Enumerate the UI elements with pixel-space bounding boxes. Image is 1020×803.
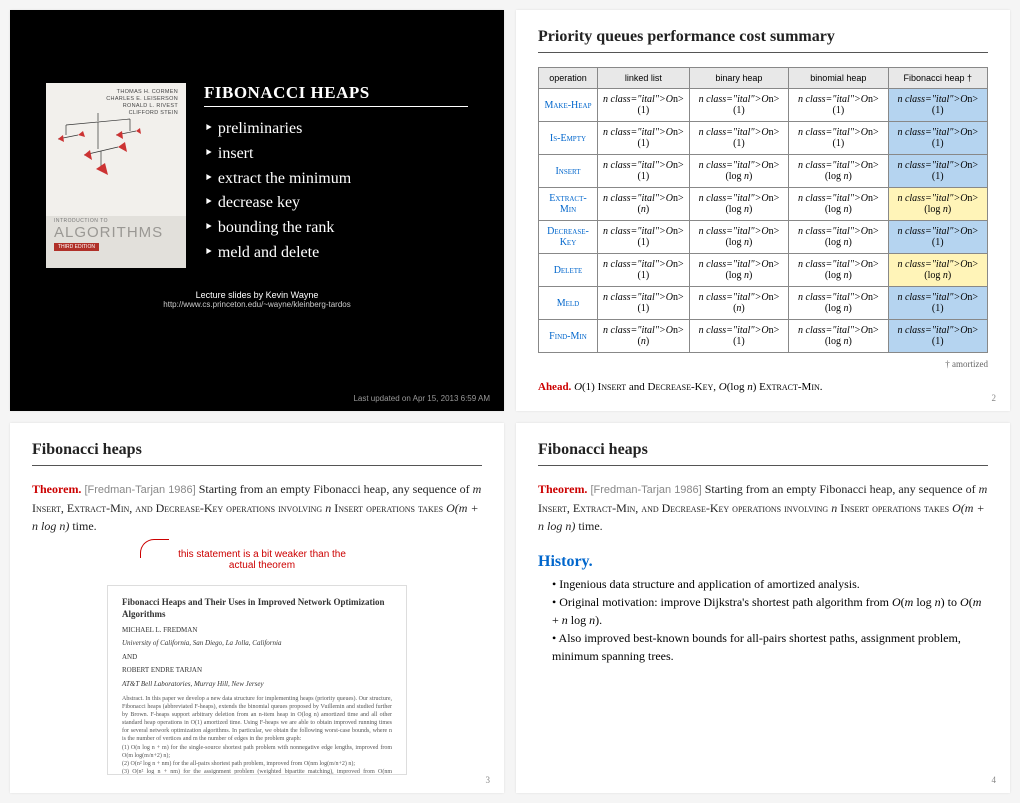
mobile-art <box>56 111 141 206</box>
paper-excerpt: Fibonacci Heaps and Their Uses in Improv… <box>107 585 407 775</box>
slide-title: Priority queues performance cost summary <box>538 28 988 46</box>
theorem-text: Theorem. [Fredman-Tarjan 1986] Starting … <box>538 480 988 535</box>
history-label: History. <box>538 553 988 571</box>
last-updated: Last updated on Apr 15, 2013 6:59 AM <box>353 394 490 403</box>
theorem-text: Theorem. [Fredman-Tarjan 1986] Starting … <box>32 480 482 535</box>
table-row: Meldn class="ital">On>(1)n class="ital">… <box>539 287 988 320</box>
table-row: Insertn class="ital">On>(1)n class="ital… <box>539 155 988 188</box>
topic-list: preliminaries insert extract the minimum… <box>204 117 468 266</box>
credit: Lecture slides by Kevin Wayne <box>32 290 482 300</box>
slide-title: Fibonacci heaps <box>538 441 988 459</box>
table-row: Make-Heapn class="ital">On>(1)n class="i… <box>539 89 988 122</box>
slide-1-title: THOMAS H. CORMEN CHARLES E. LEISERSON RO… <box>10 10 504 411</box>
slide-heading: FIBONACCI HEAPS <box>204 83 468 107</box>
slide-4-history: Fibonacci heaps Theorem. [Fredman-Tarjan… <box>516 423 1010 793</box>
page-number: 4 <box>992 775 997 785</box>
table-row: Deleten class="ital">On>(1)n class="ital… <box>539 254 988 287</box>
history-list: Ingenious data structure and application… <box>538 575 988 665</box>
table-row: Find-Minn class="ital">On>(n)n class="it… <box>539 320 988 353</box>
amortized-note: † amortized <box>538 359 988 369</box>
slide-3-theorem: Fibonacci heaps Theorem. [Fredman-Tarjan… <box>10 423 504 793</box>
ahead-line: Ahead. O(1) Insert and Decrease-Key, O(l… <box>538 381 988 393</box>
slide-title: Fibonacci heaps <box>32 441 482 459</box>
table-row: Is-Emptyn class="ital">On>(1)n class="it… <box>539 122 988 155</box>
table-row: Decrease-Keyn class="ital">On>(1)n class… <box>539 221 988 254</box>
page-number: 2 <box>992 393 997 403</box>
table-row: Extract-Minn class="ital">On>(n)n class=… <box>539 188 988 221</box>
slide-2-table: Priority queues performance cost summary… <box>516 10 1010 411</box>
hist-item-2: Original motivation: improve Dijkstra's … <box>552 593 988 629</box>
callout-note: this statement is a bit weaker than the … <box>172 549 352 571</box>
performance-table: operationlinked listbinary heapbinomial … <box>538 67 988 353</box>
page-number: 3 <box>486 775 491 785</box>
credit-url: http://www.cs.princeton.edu/~wayne/klein… <box>32 300 482 309</box>
book-cover: THOMAS H. CORMEN CHARLES E. LEISERSON RO… <box>46 83 186 268</box>
